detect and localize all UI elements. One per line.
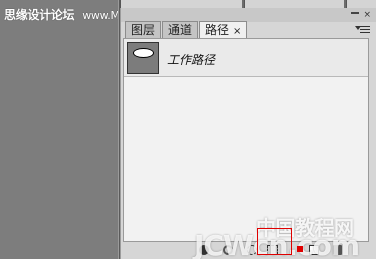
strip-cell (244, 0, 344, 8)
canvas-area: 思缘设计论坛www.MISSYUAN.COM (0, 0, 194, 259)
red-marker (297, 246, 303, 252)
highlight-box (257, 228, 292, 255)
panel-menu-icon[interactable] (355, 24, 372, 36)
close-panel-icon[interactable]: × (363, 11, 371, 20)
panel-header: × (121, 8, 376, 22)
menu-triangle-icon (355, 26, 361, 30)
panel-top-strip (120, 0, 376, 8)
tab-layers[interactable]: 图层 (125, 21, 162, 38)
ellipse-icon (133, 48, 154, 58)
tab-channels[interactable]: 通道 (162, 21, 199, 38)
tab-channels-label: 通道 (168, 23, 193, 37)
strip-cell (120, 0, 242, 8)
watermark-top-text: 思缘设计论坛 (4, 8, 75, 22)
tab-paths-label: 路径 (205, 23, 230, 37)
tab-close-icon[interactable]: × (233, 26, 241, 37)
tab-layers-label: 图层 (131, 23, 156, 37)
strip-cell (346, 0, 376, 8)
panel-tabs: 图层 通道 路径 × (125, 21, 248, 38)
scrollbar[interactable] (369, 38, 375, 242)
path-thumbnail (127, 42, 159, 74)
list-item[interactable]: 工作路径 (124, 39, 368, 77)
collapse-icon[interactable] (351, 12, 359, 14)
tab-paths[interactable]: 路径 × (199, 21, 248, 38)
path-name[interactable]: 工作路径 (167, 51, 215, 68)
